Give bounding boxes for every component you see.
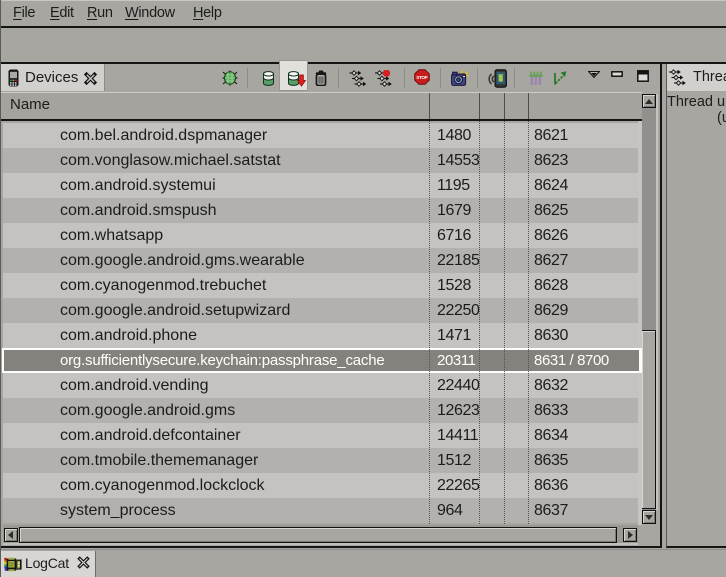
svg-text:STOP: STOP [416,75,428,80]
